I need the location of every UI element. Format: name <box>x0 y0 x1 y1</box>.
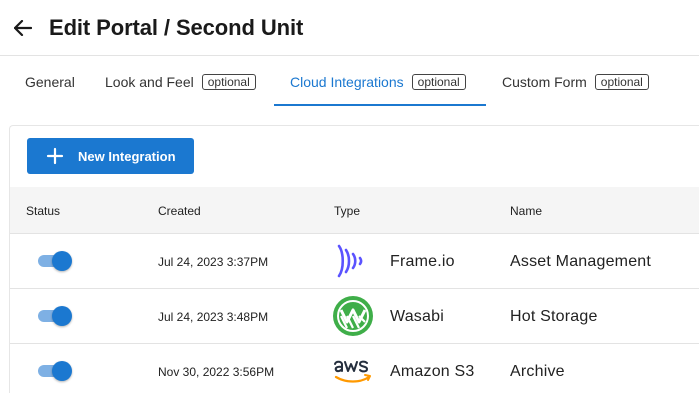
plus-icon <box>46 147 64 165</box>
tab-label: Custom Form <box>502 74 587 90</box>
table-header: Status Created Type Name <box>10 187 699 234</box>
toggle-knob <box>52 306 72 326</box>
optional-badge: optional <box>594 74 649 90</box>
optional-badge: optional <box>201 74 256 90</box>
integration-type: Amazon S3 <box>390 362 475 380</box>
integration-name: Hot Storage <box>510 307 598 325</box>
integrations-panel: New Integration Status Created Type Name… <box>9 125 699 393</box>
column-header-type[interactable]: Type <box>334 187 360 234</box>
column-header-status[interactable]: Status <box>26 187 60 234</box>
toggle-knob <box>52 361 72 381</box>
integration-name: Asset Management <box>510 252 652 270</box>
toggle-knob <box>52 251 72 271</box>
status-toggle[interactable] <box>37 360 73 382</box>
tab-custom-form[interactable]: Custom Form optional <box>502 56 649 108</box>
aws-logo-icon <box>332 350 374 392</box>
optional-badge: optional <box>411 74 466 90</box>
created-date: Nov 30, 2022 3:56PM <box>158 364 275 379</box>
column-header-created[interactable]: Created <box>158 187 201 234</box>
new-integration-label: New Integration <box>78 148 176 164</box>
wasabi-logo-icon <box>332 295 374 337</box>
tab-cloud-integrations[interactable]: Cloud Integrations optional <box>290 56 466 108</box>
page-header: Edit Portal / Second Unit <box>0 0 699 56</box>
tab-general[interactable]: General <box>25 56 75 108</box>
created-date: Jul 24, 2023 3:37PM <box>158 254 269 269</box>
tab-label: Look and Feel <box>105 74 194 90</box>
new-integration-button[interactable]: New Integration <box>27 138 194 174</box>
tab-bar: General Look and Feel optional Cloud Int… <box>0 56 699 108</box>
table-row[interactable]: Jul 24, 2023 3:37PM Frame.io Asset Manag… <box>10 234 699 289</box>
column-header-name[interactable]: Name <box>510 187 542 234</box>
integration-type: Frame.io <box>390 252 455 270</box>
active-tab-indicator <box>274 104 486 106</box>
integration-name: Archive <box>510 362 565 380</box>
frameio-logo-icon <box>332 240 374 282</box>
status-toggle[interactable] <box>37 305 73 327</box>
integration-type: Wasabi <box>390 307 444 325</box>
page-title: Edit Portal / Second Unit <box>49 14 304 40</box>
status-toggle[interactable] <box>37 250 73 272</box>
created-date: Jul 24, 2023 3:48PM <box>158 309 269 324</box>
tab-label: General <box>25 74 75 90</box>
back-arrow-icon[interactable] <box>12 17 34 39</box>
table-row[interactable]: Nov 30, 2022 3:56PM Amazon S3 Archive <box>10 344 699 393</box>
tab-look-and-feel[interactable]: Look and Feel optional <box>105 56 256 108</box>
table-row[interactable]: Jul 24, 2023 3:48PM Wasabi Hot Storage <box>10 289 699 344</box>
tab-label: Cloud Integrations <box>290 74 404 90</box>
